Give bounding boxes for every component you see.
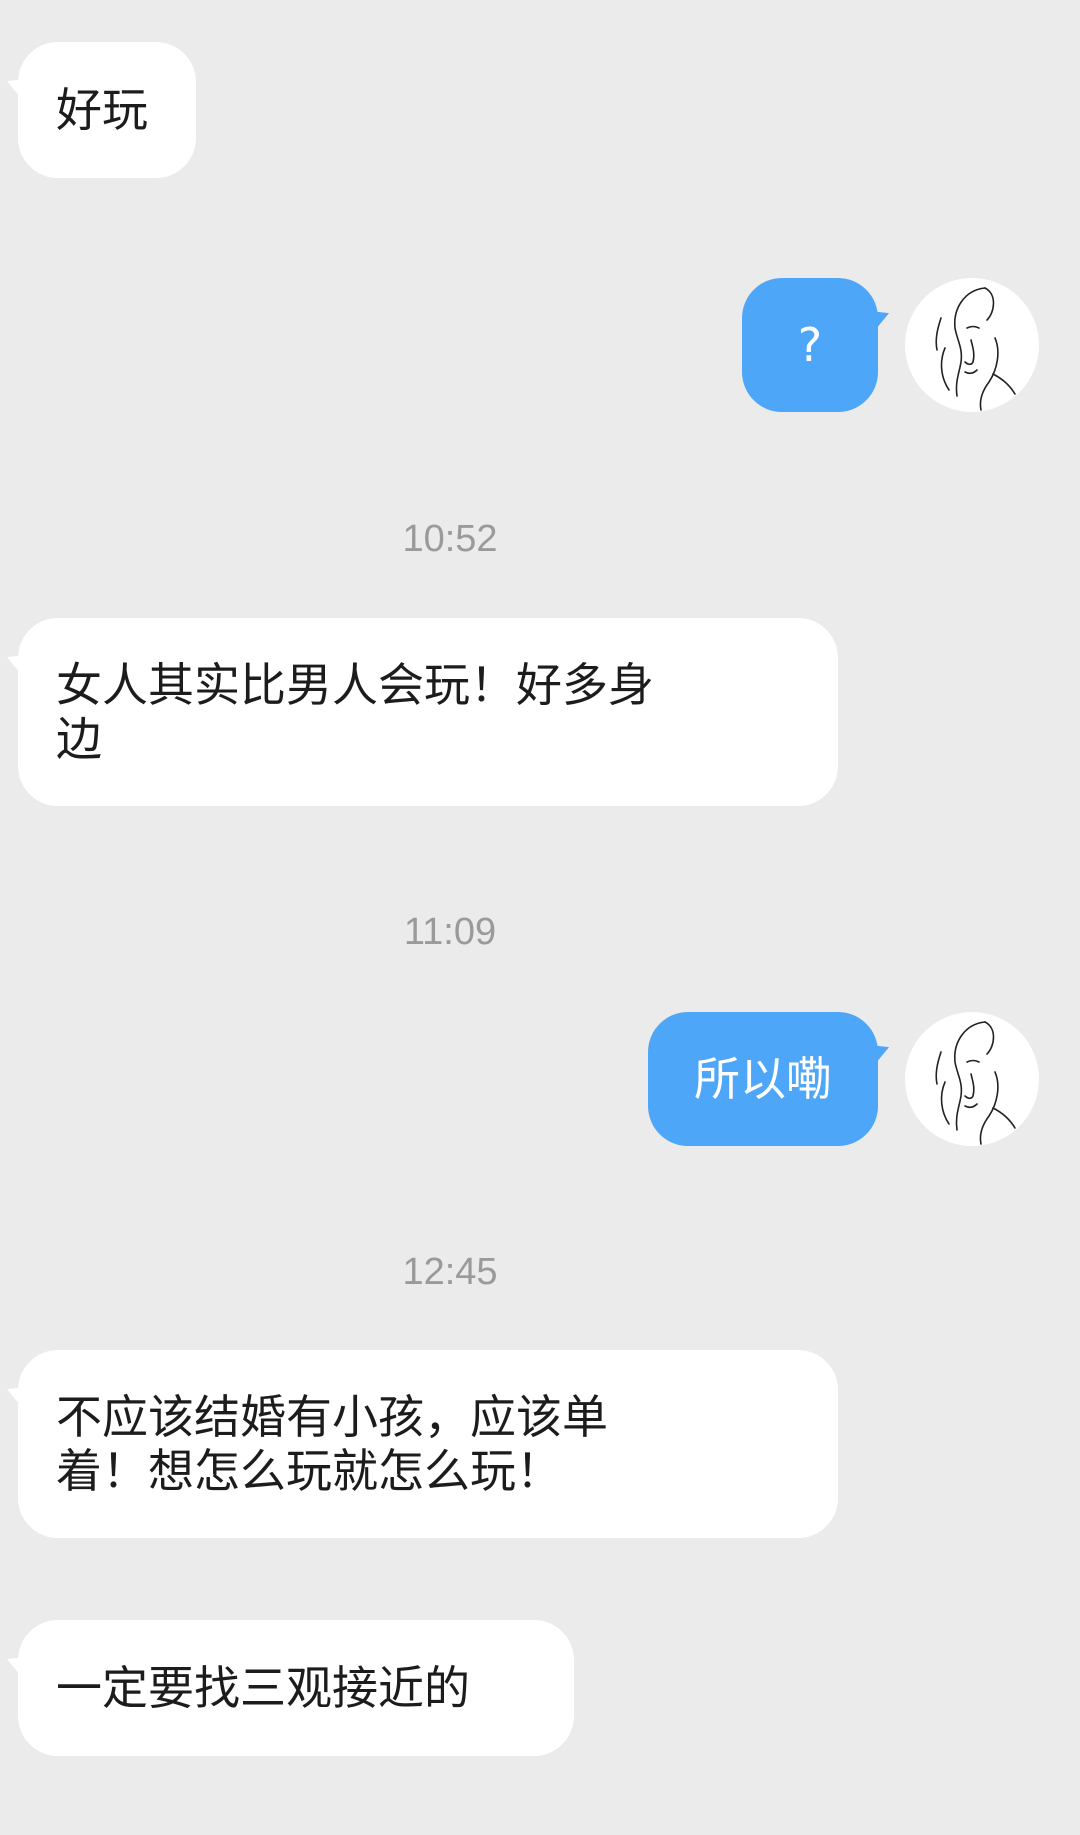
message-bubble-incoming[interactable]: 不应该结婚有小孩，应该单 着！想怎么玩就怎么玩！ (18, 1350, 838, 1538)
message-text: 好玩 (56, 83, 148, 137)
message-text: 不应该结婚有小孩，应该单 着！想怎么玩就怎么玩！ (56, 1390, 608, 1498)
avatar[interactable] (905, 1012, 1039, 1146)
line-art-face-avatar-icon (935, 287, 1016, 411)
message-text: 一定要找三观接近的 (56, 1661, 470, 1715)
message-text: 所以嘞 (694, 1052, 832, 1106)
message-bubble-outgoing[interactable]: ? (742, 278, 878, 412)
timestamp: 10:52 (402, 518, 498, 560)
timestamp: 11:09 (403, 911, 497, 953)
message-bubble-incoming[interactable]: 好玩 (18, 42, 196, 178)
avatar[interactable] (905, 278, 1039, 412)
timestamp: 12:45 (402, 1251, 498, 1293)
message-bubble-incoming[interactable]: 一定要找三观接近的 (18, 1620, 574, 1756)
message-bubble-outgoing[interactable]: 所以嘞 (648, 1012, 878, 1146)
message-text: 女人其实比男人会玩！好多身 边 (56, 658, 654, 766)
message-bubble-incoming[interactable]: 女人其实比男人会玩！好多身 边 (18, 618, 838, 806)
message-text: ? (797, 318, 823, 372)
line-art-face-avatar-icon (935, 1021, 1016, 1145)
chat-conversation: 好玩 ? 10:52 女人其实比男人会玩！好多身 边 11:09 所以嘞 12:… (0, 0, 1080, 1835)
